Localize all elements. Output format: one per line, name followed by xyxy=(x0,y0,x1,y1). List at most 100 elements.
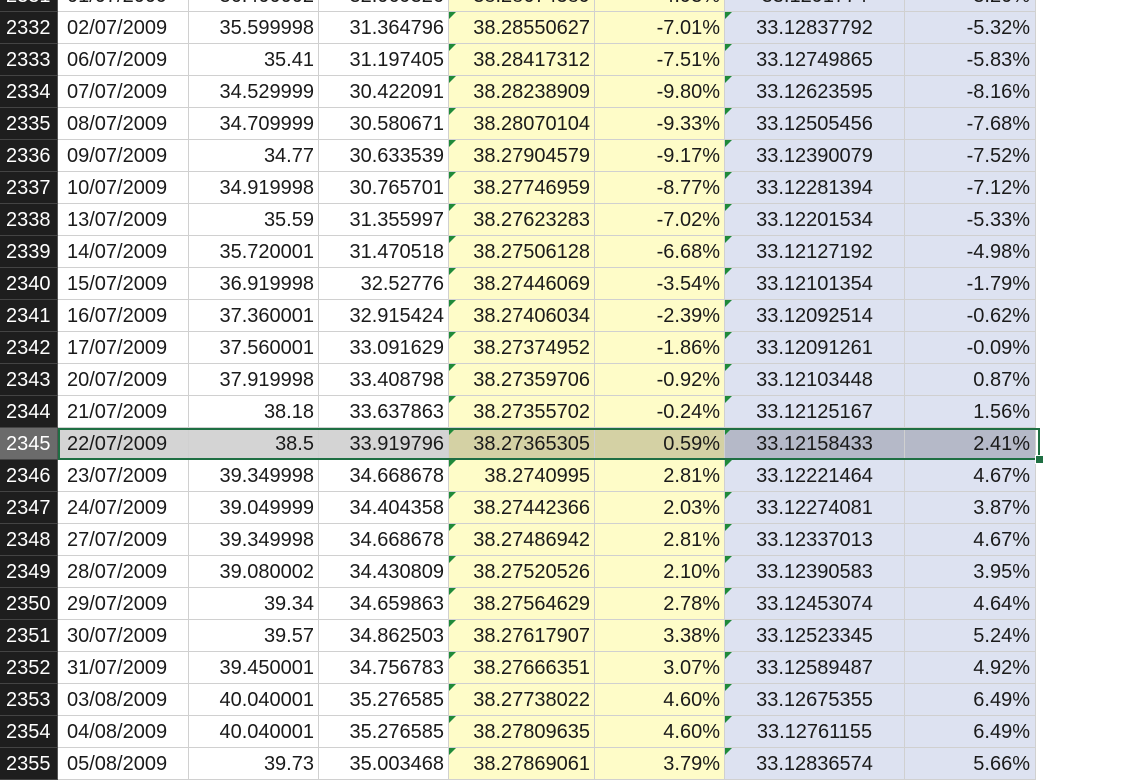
adjusted-percent-cell[interactable]: -5.32% xyxy=(905,12,1036,44)
row-header[interactable]: 2344 xyxy=(0,396,58,428)
adjusted-mean-cell[interactable]: 33.12281394 xyxy=(725,172,905,204)
date-cell[interactable]: 28/07/2009 xyxy=(58,556,189,588)
adjusted-percent-cell[interactable]: 5.66% xyxy=(905,748,1036,780)
open-price-cell[interactable]: 40.040001 xyxy=(189,684,319,716)
empty-column-area[interactable] xyxy=(1036,396,1136,428)
percent-deviation-cell[interactable]: 2.81% xyxy=(595,460,725,492)
percent-deviation-cell[interactable]: 2.10% xyxy=(595,556,725,588)
adjusted-percent-cell[interactable]: -1.79% xyxy=(905,268,1036,300)
empty-column-area[interactable] xyxy=(1036,204,1136,236)
adjusted-percent-cell[interactable]: 4.67% xyxy=(905,524,1036,556)
adjusted-percent-cell[interactable]: -7.68% xyxy=(905,108,1036,140)
date-cell[interactable]: 17/07/2009 xyxy=(58,332,189,364)
table-row[interactable]: 2353 03/08/2009 40.040001 35.276585 38.27738… xyxy=(0,684,1136,716)
adjusted-percent-cell[interactable]: -7.12% xyxy=(905,172,1036,204)
date-cell[interactable]: 04/08/2009 xyxy=(58,716,189,748)
percent-deviation-cell[interactable]: -7.02% xyxy=(595,204,725,236)
open-price-cell[interactable]: 39.73 xyxy=(189,748,319,780)
mean-value-cell[interactable]: 38.27809635 xyxy=(449,716,595,748)
mean-value-cell[interactable]: 38.27617907 xyxy=(449,620,595,652)
empty-column-area[interactable] xyxy=(1036,0,1136,12)
open-price-cell[interactable]: 35.41 xyxy=(189,44,319,76)
open-price-cell[interactable]: 35.599998 xyxy=(189,12,319,44)
open-price-cell[interactable]: 39.049999 xyxy=(189,492,319,524)
open-price-cell[interactable]: 35.59 xyxy=(189,204,319,236)
table-row[interactable]: 2348 27/07/2009 39.349998 34.668678 38.27486… xyxy=(0,524,1136,556)
adjusted-price-cell[interactable]: 32.52776 xyxy=(319,268,449,300)
row-header[interactable]: 2343 xyxy=(0,364,58,396)
table-row[interactable]: 2345 22/07/2009 38.5 33.919796 38.27365305 0.… xyxy=(0,428,1136,460)
percent-deviation-cell[interactable]: -1.86% xyxy=(595,332,725,364)
adjusted-mean-cell[interactable]: 33.12274081 xyxy=(725,492,905,524)
mean-value-cell[interactable]: 38.27869061 xyxy=(449,748,595,780)
adjusted-percent-cell[interactable]: 4.64% xyxy=(905,588,1036,620)
empty-column-area[interactable] xyxy=(1036,140,1136,172)
open-price-cell[interactable]: 36.400002 xyxy=(189,0,319,12)
mean-value-cell[interactable]: 38.28238909 xyxy=(449,76,595,108)
row-header[interactable]: 2332 xyxy=(0,12,58,44)
date-cell[interactable]: 13/07/2009 xyxy=(58,204,189,236)
adjusted-percent-cell[interactable]: 5.24% xyxy=(905,620,1036,652)
adjusted-price-cell[interactable]: 30.765701 xyxy=(319,172,449,204)
empty-column-area[interactable] xyxy=(1036,428,1136,460)
adjusted-mean-cell[interactable]: 33.12390079 xyxy=(725,140,905,172)
empty-column-area[interactable] xyxy=(1036,332,1136,364)
adjusted-mean-cell[interactable]: 33.12837792 xyxy=(725,12,905,44)
adjusted-mean-cell[interactable]: 33.12623595 xyxy=(725,76,905,108)
adjusted-percent-cell[interactable]: -5.33% xyxy=(905,204,1036,236)
adjusted-mean-cell[interactable]: 33.12390583 xyxy=(725,556,905,588)
mean-value-cell[interactable]: 38.27623283 xyxy=(449,204,595,236)
adjusted-mean-cell[interactable]: 33.12091261 xyxy=(725,332,905,364)
open-price-cell[interactable]: 34.77 xyxy=(189,140,319,172)
date-cell[interactable]: 20/07/2009 xyxy=(58,364,189,396)
adjusted-price-cell[interactable]: 30.633539 xyxy=(319,140,449,172)
mean-value-cell[interactable]: 38.28417312 xyxy=(449,44,595,76)
empty-column-area[interactable] xyxy=(1036,268,1136,300)
table-row[interactable]: 2347 24/07/2009 39.049999 34.404358 38.27442… xyxy=(0,492,1136,524)
mean-value-cell[interactable]: 38.27746959 xyxy=(449,172,595,204)
adjusted-price-cell[interactable]: 33.091629 xyxy=(319,332,449,364)
percent-deviation-cell[interactable]: -0.92% xyxy=(595,364,725,396)
empty-column-area[interactable] xyxy=(1036,300,1136,332)
adjusted-percent-cell[interactable]: -3.20% xyxy=(905,0,1036,12)
row-header[interactable]: 2337 xyxy=(0,172,58,204)
mean-value-cell[interactable]: 38.27406034 xyxy=(449,300,595,332)
adjusted-percent-cell[interactable]: -4.98% xyxy=(905,236,1036,268)
table-row[interactable]: 2352 31/07/2009 39.450001 34.756783 38.27666… xyxy=(0,652,1136,684)
row-header[interactable]: 2338 xyxy=(0,204,58,236)
adjusted-percent-cell[interactable]: 3.87% xyxy=(905,492,1036,524)
percent-deviation-cell[interactable]: -3.54% xyxy=(595,268,725,300)
date-cell[interactable]: 22/07/2009 xyxy=(58,428,189,460)
open-price-cell[interactable]: 34.529999 xyxy=(189,76,319,108)
mean-value-cell[interactable]: 38.27446069 xyxy=(449,268,595,300)
percent-deviation-cell[interactable]: -0.24% xyxy=(595,396,725,428)
percent-deviation-cell[interactable]: -7.51% xyxy=(595,44,725,76)
row-header[interactable]: 2350 xyxy=(0,588,58,620)
row-header[interactable]: 2354 xyxy=(0,716,58,748)
empty-column-area[interactable] xyxy=(1036,44,1136,76)
percent-deviation-cell[interactable]: 4.60% xyxy=(595,684,725,716)
adjusted-percent-cell[interactable]: 2.41% xyxy=(905,428,1036,460)
adjusted-mean-cell[interactable]: 33.12675355 xyxy=(725,684,905,716)
date-cell[interactable]: 30/07/2009 xyxy=(58,620,189,652)
adjusted-price-cell[interactable]: 34.756783 xyxy=(319,652,449,684)
mean-value-cell[interactable]: 38.27666351 xyxy=(449,652,595,684)
table-row[interactable]: 2338 13/07/2009 35.59 31.355997 38.27623283-… xyxy=(0,204,1136,236)
row-header[interactable]: 2345 xyxy=(0,428,58,460)
mean-value-cell[interactable]: 38.27564629 xyxy=(449,588,595,620)
percent-deviation-cell[interactable]: -6.68% xyxy=(595,236,725,268)
adjusted-mean-cell[interactable]: 33.12836574 xyxy=(725,748,905,780)
adjusted-price-cell[interactable]: 33.408798 xyxy=(319,364,449,396)
mean-value-cell[interactable]: 38.27738022 xyxy=(449,684,595,716)
adjusted-price-cell[interactable]: 34.668678 xyxy=(319,460,449,492)
table-row[interactable]: 2342 17/07/2009 37.560001 33.091629 38.27374… xyxy=(0,332,1136,364)
table-row[interactable]: 2339 14/07/2009 35.720001 31.470518 38.27506… xyxy=(0,236,1136,268)
table-row[interactable]: 2350 29/07/2009 39.34 34.659863 38.27564629 2… xyxy=(0,588,1136,620)
adjusted-percent-cell[interactable]: 6.49% xyxy=(905,716,1036,748)
date-cell[interactable]: 05/08/2009 xyxy=(58,748,189,780)
empty-column-area[interactable] xyxy=(1036,12,1136,44)
table-row[interactable]: 2340 15/07/2009 36.919998 32.52776 38.274460… xyxy=(0,268,1136,300)
mean-value-cell[interactable]: 38.27520526 xyxy=(449,556,595,588)
date-cell[interactable]: 02/07/2009 xyxy=(58,12,189,44)
empty-column-area[interactable] xyxy=(1036,716,1136,748)
